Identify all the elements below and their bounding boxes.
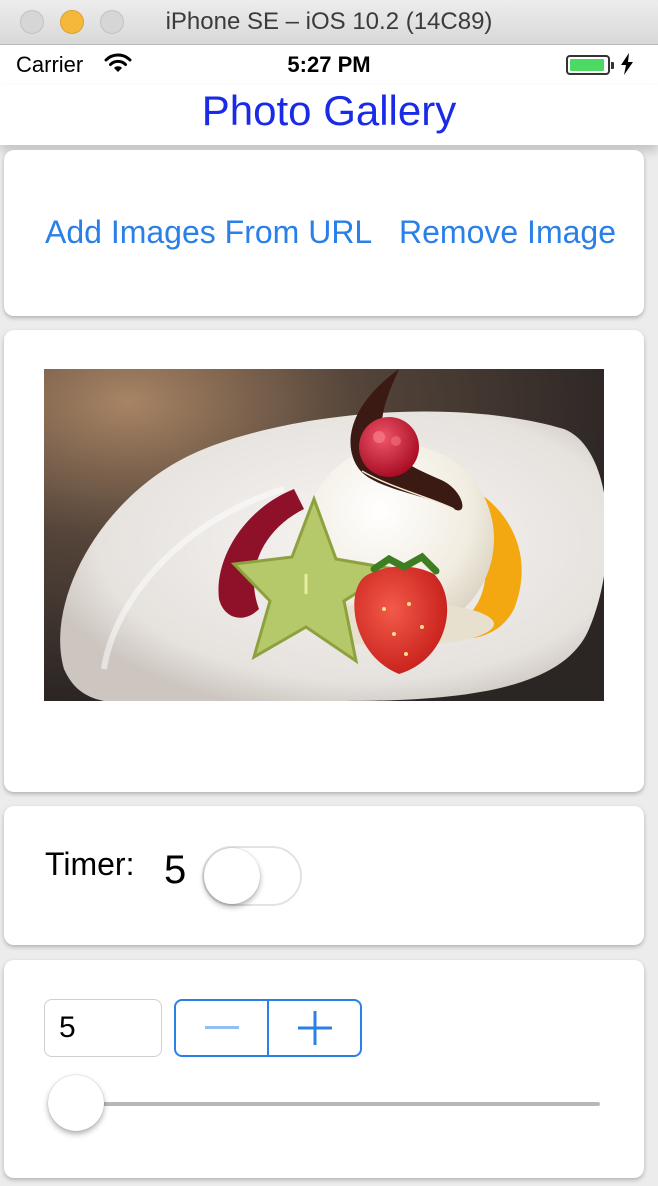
- actions-card: Add Images From URL Remove Image: [4, 150, 644, 316]
- timer-card: Timer: 5: [4, 806, 644, 945]
- plus-icon: [297, 1011, 332, 1045]
- remove-image-button[interactable]: Remove Image: [399, 214, 616, 251]
- controls-card: [4, 960, 644, 1178]
- gallery-photo: [44, 369, 604, 701]
- add-images-from-url-button[interactable]: Add Images From URL: [45, 214, 372, 251]
- battery-icon: [566, 55, 614, 75]
- timer-value: 5: [164, 848, 187, 892]
- slider-track[interactable]: [50, 1102, 600, 1106]
- simulator-window: iPhone SE – iOS 10.2 (14C89) Carrier 5:2…: [0, 0, 658, 1186]
- photo-card: [4, 330, 644, 792]
- interval-text-field[interactable]: [44, 999, 162, 1057]
- minus-icon: [204, 1026, 239, 1029]
- decrement-button[interactable]: [176, 1001, 269, 1055]
- slider-thumb[interactable]: [48, 1075, 104, 1131]
- navigation-bar: Photo Gallery: [0, 85, 658, 145]
- increment-button[interactable]: [269, 1001, 360, 1055]
- page-title: Photo Gallery: [201, 87, 457, 134]
- window-title: iPhone SE – iOS 10.2 (14C89): [165, 8, 493, 35]
- timer-toggle-switch[interactable]: [202, 846, 302, 906]
- status-bar: Carrier 5:27 PM: [0, 45, 658, 85]
- charging-bolt-icon: [620, 53, 634, 79]
- timer-label: Timer:: [45, 846, 135, 882]
- interval-stepper[interactable]: [174, 999, 362, 1057]
- window-titlebar: iPhone SE – iOS 10.2 (14C89): [0, 0, 658, 45]
- status-time: 5:27 PM: [287, 52, 371, 77]
- switch-knob: [204, 848, 260, 904]
